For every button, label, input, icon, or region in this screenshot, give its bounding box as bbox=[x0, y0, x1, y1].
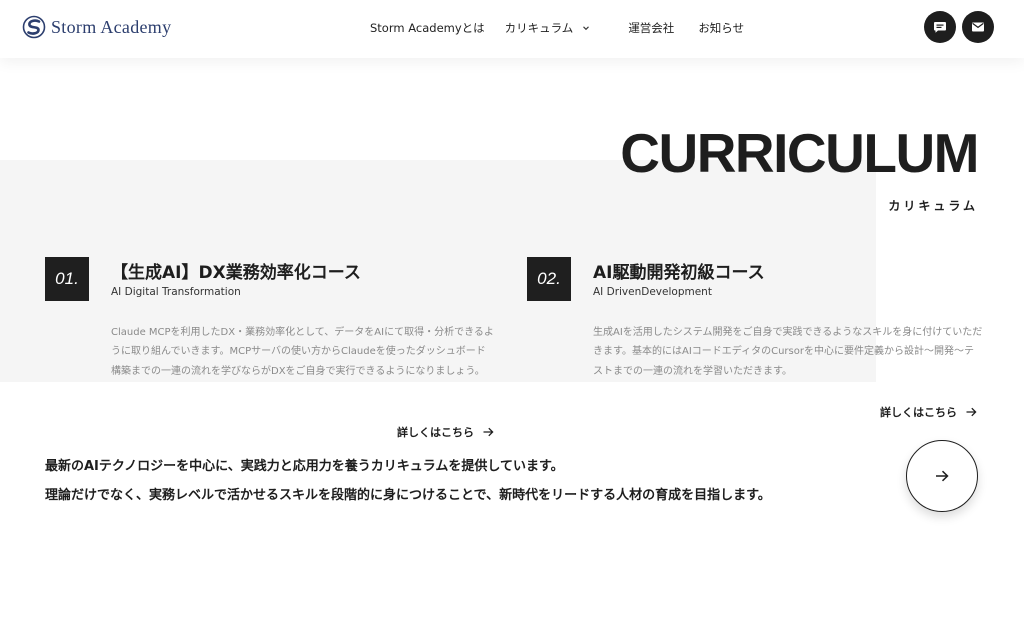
brand-name: Storm Academy bbox=[51, 16, 172, 37]
details-link-label: 詳しくはこちら bbox=[880, 406, 957, 419]
intro-line-1: 最新のAIテクノロジーを中心に、実践力と応用力を養うカリキュラムを提供しています… bbox=[45, 459, 564, 474]
mail-button[interactable] bbox=[962, 11, 994, 43]
chat-bubble-icon bbox=[934, 22, 946, 33]
course-title[interactable]: AI駆動開発初級コース bbox=[593, 258, 765, 283]
details-link-label: 詳しくはこちら bbox=[397, 426, 474, 439]
arrow-right-icon bbox=[936, 470, 949, 482]
course-number-badge: 01. bbox=[45, 257, 89, 301]
main-nav: Storm Academyとは カリキュラム 運営会社 お知らせ bbox=[370, 20, 744, 36]
nav-item-news[interactable]: お知らせ bbox=[698, 20, 744, 36]
course-title[interactable]: 【生成AI】DX業務効率化コース bbox=[111, 258, 361, 283]
course-2-details-link[interactable]: 詳しくはこちら bbox=[880, 404, 977, 420]
nav-item-company[interactable]: 運営会社 bbox=[628, 20, 674, 36]
next-arrow-button[interactable] bbox=[906, 440, 978, 512]
course-number-badge: 02. bbox=[527, 257, 571, 301]
course-subtitle: AI Digital Transformation bbox=[111, 286, 241, 298]
nav-item-curriculum-label: カリキュラム bbox=[504, 21, 574, 35]
curriculum-intro: 最新のAIテクノロジーを中心に、実践力と応用力を養うカリキュラムを提供しています… bbox=[45, 452, 771, 510]
arrow-right-icon bbox=[966, 407, 977, 417]
section-title: CURRICULUM bbox=[620, 122, 979, 184]
chat-button[interactable] bbox=[924, 11, 956, 43]
course-description: 生成AIを活用したシステム開発をご自身で実践できるようなスキルを身に付けていただ… bbox=[593, 327, 983, 377]
arrow-right-icon bbox=[483, 427, 494, 437]
envelope-icon bbox=[972, 22, 984, 32]
course-description: Claude MCPを利用したDX・業務効率化として、データをAIにて取得・分析… bbox=[111, 327, 494, 377]
course-1-details-link[interactable]: 詳しくはこちら bbox=[397, 424, 494, 440]
site-logo[interactable]: Storm Academy bbox=[22, 15, 171, 39]
intro-line-2: 理論だけでなく、実務レベルで活かせるスキルを段階的に身につけることで、新時代をリ… bbox=[45, 488, 771, 503]
nav-item-about[interactable]: Storm Academyとは bbox=[370, 20, 485, 36]
nav-item-curriculum[interactable]: カリキュラム bbox=[505, 20, 591, 36]
chevron-down-icon bbox=[583, 26, 590, 31]
site-header: Storm Academy Storm Academyとは カリキュラム 運営会… bbox=[0, 0, 1024, 58]
course-subtitle: AI DrivenDevelopment bbox=[593, 286, 712, 298]
storm-logo-icon bbox=[22, 15, 46, 39]
section-subtitle: カリキュラム bbox=[888, 199, 978, 213]
